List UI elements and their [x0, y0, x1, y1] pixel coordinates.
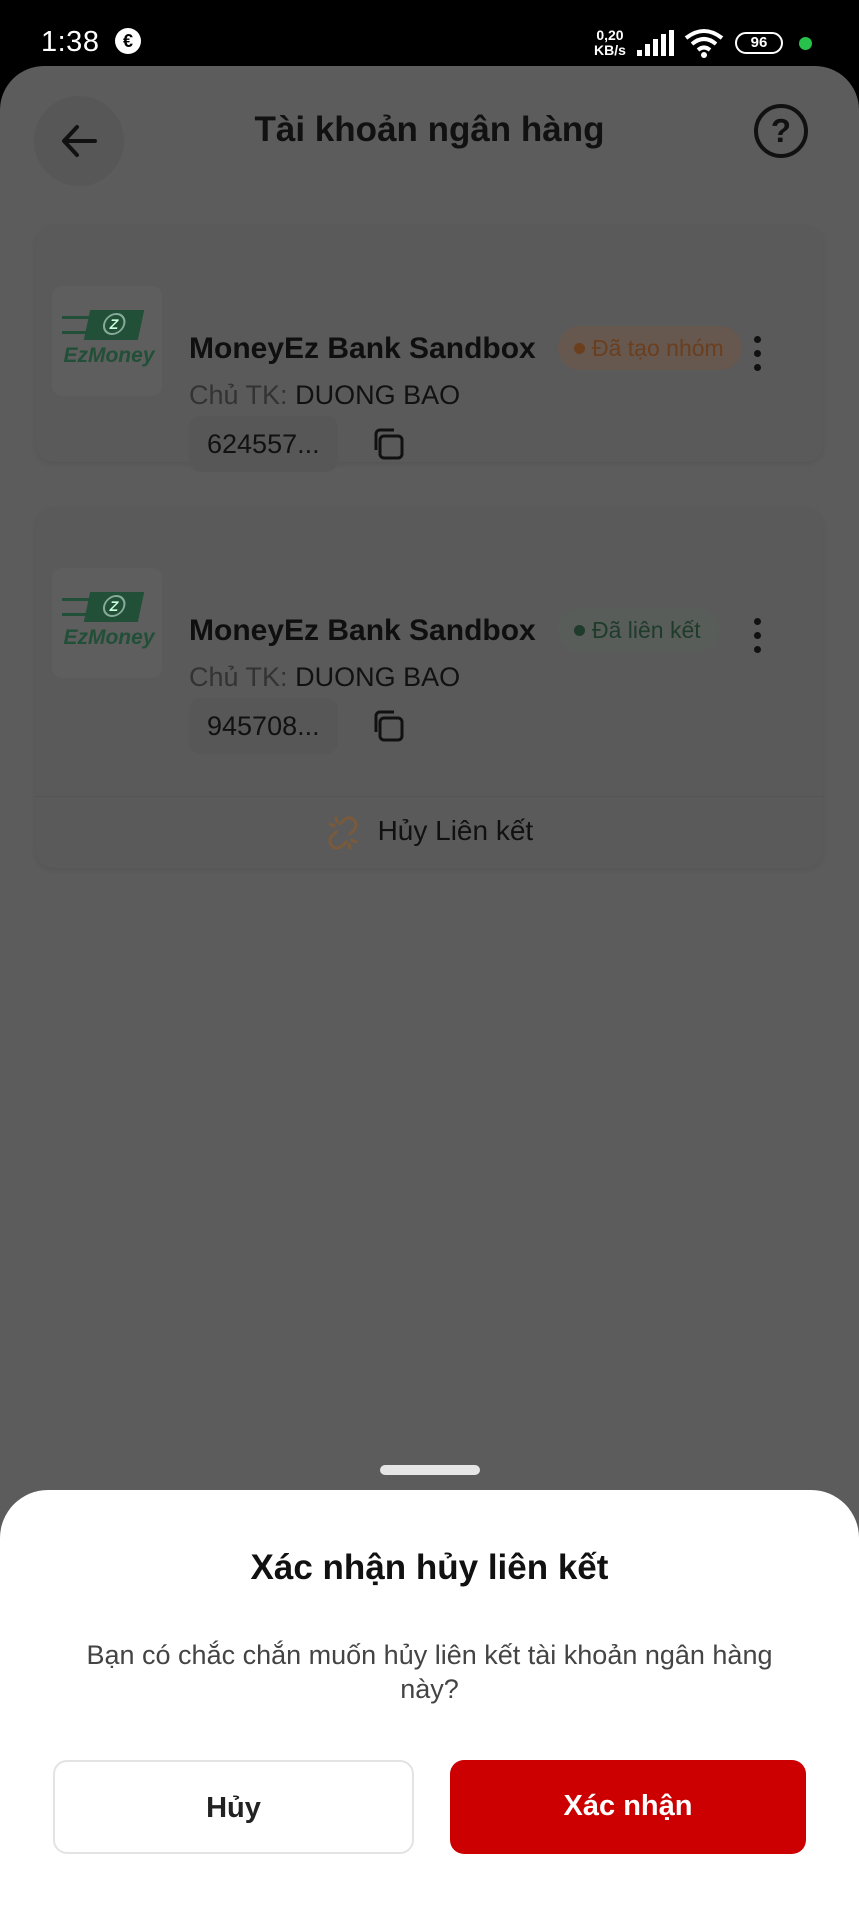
status-bar: 1:38 € 0,20 KB/s 96: [0, 0, 859, 66]
bank-logo: Z EzMoney: [52, 286, 162, 396]
bank-logo-text: EzMoney: [63, 626, 155, 649]
privacy-indicator-dot: [799, 37, 812, 50]
unlink-label: Hủy Liên kết: [377, 815, 534, 846]
network-speed: 0,20 KB/s: [594, 28, 626, 58]
app-notification-icon: €: [115, 28, 141, 54]
confirm-button[interactable]: Xác nhận: [450, 1760, 806, 1854]
copy-icon[interactable]: [370, 426, 406, 462]
page-title: Tài khoản ngân hàng: [254, 110, 605, 149]
unlink-button[interactable]: Hủy Liên kết: [36, 815, 823, 850]
bank-account-card[interactable]: Z EzMoney MoneyEz Bank Sandbox Đã liên k…: [36, 508, 823, 868]
status-time: 1:38: [41, 26, 100, 58]
bank-logo: Z EzMoney: [52, 568, 162, 678]
status-badge: Đã tạo nhóm: [558, 326, 742, 370]
network-speed-value: 0,20: [596, 27, 624, 43]
wifi-icon: [684, 29, 724, 58]
broken-link-icon: [328, 816, 358, 850]
account-owner: Chủ TK: DUONG BAO: [189, 380, 460, 411]
help-button[interactable]: ?: [754, 104, 808, 158]
bank-name: MoneyEz Bank Sandbox: [189, 614, 536, 647]
account-number: 624557...: [189, 416, 338, 472]
copy-icon[interactable]: [370, 708, 406, 744]
dialog-message: Bạn có chắc chắn muốn hủy liên kết tài k…: [86, 1640, 773, 1704]
account-owner: Chủ TK: DUONG BAO: [189, 662, 460, 693]
battery-icon: 96: [735, 32, 783, 54]
owner-name: DUONG BAO: [295, 380, 461, 410]
bank-logo-text: EzMoney: [63, 344, 155, 367]
account-number: 945708...: [189, 698, 338, 754]
signal-icon: [637, 30, 674, 56]
bank-account-card[interactable]: Z EzMoney MoneyEz Bank Sandbox Đã tạo nh…: [36, 226, 823, 472]
more-options-icon[interactable]: [754, 618, 762, 660]
confirm-unlink-sheet: Xác nhận hủy liên kết Bạn có chắc chắn m…: [0, 1490, 859, 1908]
owner-name: DUONG BAO: [295, 662, 461, 692]
divider: [36, 796, 823, 797]
status-badge: Đã liên kết: [558, 608, 719, 652]
network-speed-unit: KB/s: [594, 42, 626, 58]
sheet-drag-handle[interactable]: [380, 1465, 480, 1475]
dialog-title: Xác nhận hủy liên kết: [250, 1548, 609, 1587]
owner-label: Chủ TK:: [189, 380, 288, 410]
owner-label: Chủ TK:: [189, 662, 288, 692]
more-options-icon[interactable]: [754, 336, 762, 378]
bank-name: MoneyEz Bank Sandbox: [189, 332, 536, 365]
cancel-button[interactable]: Hủy: [53, 1760, 414, 1854]
